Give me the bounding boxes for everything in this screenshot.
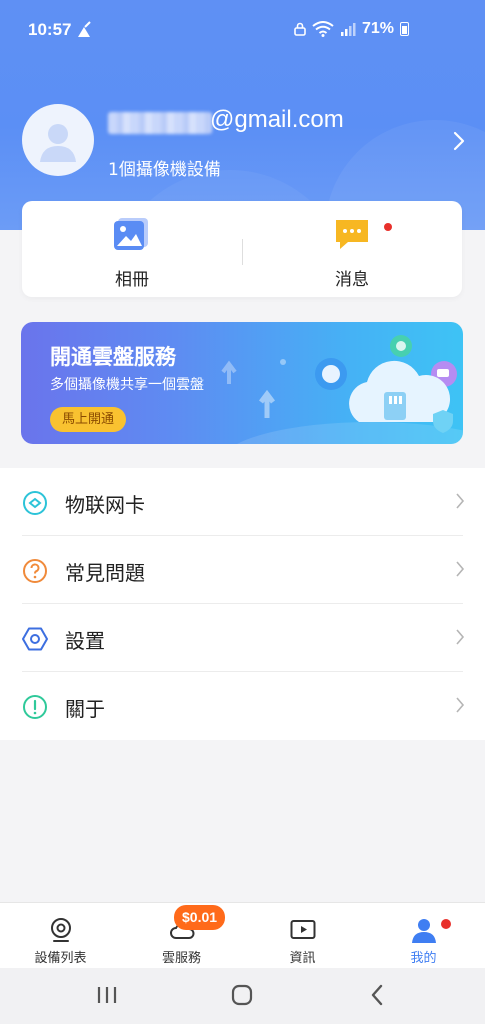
cloud-service-banner[interactable]: 開通雲盤服務 多個攝像機共享一個雲盤 馬上開通 [21, 322, 463, 444]
status-right: 71% [294, 20, 409, 38]
menu-item-label: 關于 [65, 697, 105, 721]
device-count: 1個攝像機設備 [108, 160, 221, 180]
tab-device-list[interactable]: 設備列表 [0, 903, 121, 969]
user-icon [412, 919, 436, 943]
chevron-right-icon [456, 561, 465, 577]
banner-title: 開通雲盤服務 [50, 345, 176, 369]
status-bar: 10:57 71% [0, 0, 485, 62]
cloud-price-badge: $0.01 [174, 905, 226, 930]
message-unread-dot [384, 223, 392, 231]
album-label: 相冊 [115, 270, 149, 290]
banner-subtitle: 多個攝像機共享一個雲盤 [50, 377, 204, 393]
menu-item-label: 設置 [65, 629, 105, 653]
settings-icon [22, 627, 48, 651]
status-time: 10:57 [28, 20, 72, 39]
menu-item-label: 常見問題 [65, 561, 145, 585]
settings-menu: 物联网卡 常見問題 設置 關于 [0, 468, 485, 740]
iot-card-icon [23, 491, 47, 515]
quick-actions-card: 相冊 消息 [22, 201, 462, 297]
messages-label: 消息 [335, 270, 369, 290]
about-icon [23, 695, 47, 719]
activate-now-button[interactable]: 馬上開通 [50, 407, 127, 432]
menu-item-iot-card[interactable]: 物联网卡 [0, 468, 485, 536]
faq-icon [23, 559, 47, 583]
signal-icon [340, 23, 356, 36]
menu-item-about[interactable]: 關于 [0, 672, 485, 740]
menu-item-label: 物联网卡 [65, 493, 145, 517]
video-play-icon [290, 920, 316, 939]
tab-label: 設備列表 [34, 951, 87, 966]
me-unread-dot [441, 919, 451, 929]
chevron-right-icon [456, 493, 465, 509]
email-redacted [108, 112, 212, 134]
profile-email[interactable]: @gmail.com [210, 106, 344, 134]
system-navigation-bar [0, 968, 485, 1024]
wifi-icon [312, 21, 334, 37]
tab-me[interactable]: 我的 [363, 903, 484, 969]
profile-chevron-icon[interactable] [452, 130, 466, 152]
avatar[interactable] [22, 104, 94, 176]
menu-item-settings[interactable]: 設置 [0, 604, 485, 672]
camera-icon [51, 918, 71, 942]
battery-percent: 71% [361, 20, 394, 37]
bottom-tab-bar: 設備列表 雲服務 資訊 我的 [0, 902, 485, 968]
chevron-right-icon [456, 697, 465, 713]
chevron-right-icon [456, 629, 465, 645]
tab-label: 資訊 [289, 951, 316, 966]
battery-icon [400, 22, 409, 36]
tab-label: 我的 [410, 951, 437, 966]
message-icon [336, 220, 368, 249]
cloud-storage-illustration [221, 335, 463, 444]
back-icon[interactable] [365, 982, 391, 1008]
lock-icon [294, 22, 306, 36]
album-button[interactable]: 相冊 [22, 201, 242, 297]
album-icon [114, 218, 148, 250]
tab-label: 雲服務 [161, 951, 201, 966]
tab-news[interactable]: 資訊 [242, 903, 363, 969]
home-icon[interactable] [229, 982, 255, 1008]
recent-apps-icon[interactable] [94, 982, 120, 1008]
menu-item-faq[interactable]: 常見問題 [0, 536, 485, 604]
cleaner-icon [78, 21, 91, 37]
messages-button[interactable]: 消息 [242, 201, 462, 297]
default-avatar-icon [40, 124, 76, 162]
